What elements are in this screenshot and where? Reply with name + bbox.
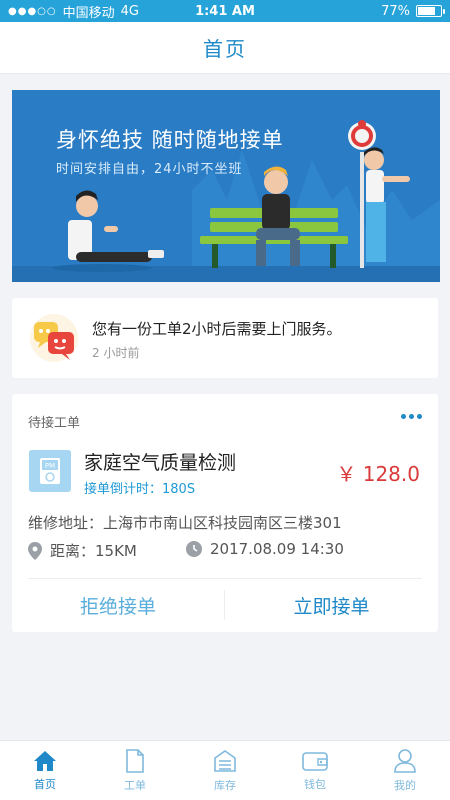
section-label: 待接工单: [28, 416, 81, 431]
notification-time: 2 小时前: [92, 346, 140, 360]
tab-label: 我的: [394, 778, 416, 792]
wallet-icon: [302, 751, 328, 771]
order-countdown: 接单倒计时：180S: [84, 482, 196, 497]
order-price: ￥ 128.0: [336, 462, 420, 486]
user-icon: [394, 748, 416, 773]
more-options-icon[interactable]: [401, 414, 422, 419]
pending-order-card: 待接工单 PM 家庭空气质量检测 接单倒计时：180S ￥ 128.0 维修地址…: [12, 394, 438, 632]
datetime-text: 2017.08.09 14:30: [210, 540, 344, 558]
signal-strength-icon: ●●●○○: [8, 5, 57, 17]
accept-order-button[interactable]: 立即接单: [225, 580, 438, 630]
repair-address: 维修地址：上海市市南山区科技园南区三楼301: [28, 514, 342, 532]
notification-message: 您有一份工单2小时后需要上门服务。: [92, 320, 342, 338]
clock: 1:41 AM: [195, 3, 255, 19]
tab-label: 库存: [214, 778, 236, 792]
status-bar: ●●●○○ 中国移动 4G 1:41 AM 77%: [0, 0, 450, 22]
tab-label: 首页: [34, 777, 56, 791]
distance-text: 距离：15KM: [50, 542, 137, 560]
network-type: 4G: [120, 3, 140, 19]
tab-wallet[interactable]: 钱包: [270, 741, 360, 800]
tab-label: 工单: [124, 778, 146, 792]
inventory-icon: [214, 749, 236, 772]
tab-orders[interactable]: 工单: [90, 741, 180, 800]
banner-subtitle: 时间安排自由，24小时不坐班: [56, 162, 243, 177]
banner-title: 身怀绝技 随时随地接单: [56, 128, 284, 152]
tab-profile[interactable]: 我的: [360, 741, 450, 800]
tab-home[interactable]: 首页: [0, 741, 90, 800]
page-title: 首页: [203, 37, 247, 61]
notification-card[interactable]: 您有一份工单2小时后需要上门服务。 2 小时前: [12, 298, 438, 378]
chat-bubble-icon: [30, 314, 78, 362]
carrier-name: 中国移动: [62, 5, 115, 21]
order-meta: 距离：15KM 2017.08.09 14:30: [28, 540, 428, 562]
tab-label: 钱包: [304, 777, 326, 791]
air-quality-icon: PM: [29, 450, 71, 492]
document-icon: [126, 748, 144, 773]
tab-bar: 首页 工单 库存 钱包 我的: [0, 740, 450, 800]
battery-percent: 77%: [381, 3, 410, 19]
nav-bar: 首页: [0, 22, 450, 74]
battery-icon: [416, 5, 445, 17]
tab-inventory[interactable]: 库存: [180, 741, 270, 800]
home-icon: [34, 750, 56, 771]
distance-info: 距离：15KM: [28, 540, 137, 561]
battery-fill: [418, 7, 435, 15]
datetime-info: 2017.08.09 14:30: [186, 540, 344, 558]
clock-icon: [186, 541, 202, 557]
banner-illustration: [12, 90, 440, 282]
promo-banner[interactable]: 身怀绝技 随时随地接单 时间安排自由，24小时不坐班: [12, 90, 440, 282]
order-title: 家庭空气质量检测: [84, 452, 237, 474]
reject-order-button[interactable]: 拒绝接单: [12, 580, 224, 630]
divider: [28, 578, 422, 579]
pm-label: PM: [45, 462, 55, 470]
location-pin-icon: [28, 541, 42, 560]
